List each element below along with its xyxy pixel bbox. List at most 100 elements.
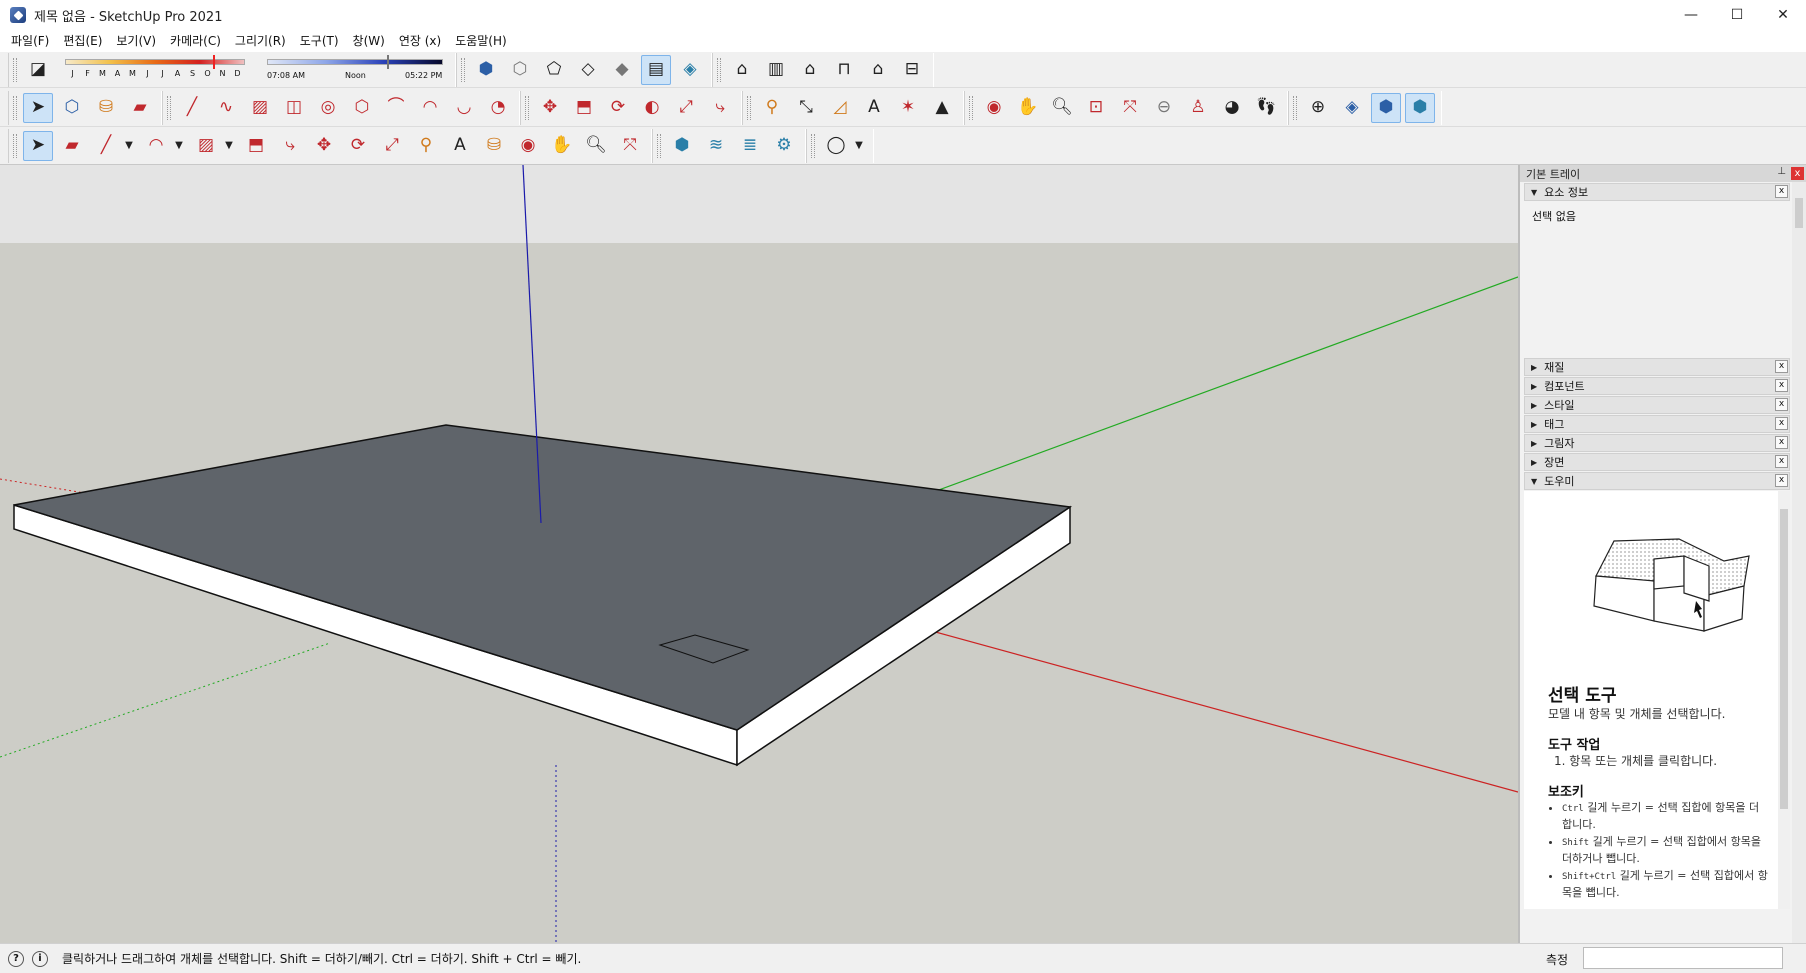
toolbar-grip[interactable] [167,95,171,120]
shaded-textures-icon[interactable]: ▤ [641,54,671,85]
back-edges-icon[interactable]: ⬡ [505,55,535,85]
walk-icon[interactable]: 👣︎ [1251,93,1281,123]
panel-close-button[interactable]: x [1775,185,1788,198]
panel-shadows-header[interactable]: ▶ 그림자 x [1524,434,1790,452]
wireframe-icon[interactable]: ⬠ [539,55,569,85]
eraser-icon[interactable]: ▰ [57,131,87,161]
position-camera-icon[interactable]: ♙ [1183,93,1213,123]
chevron-down-icon[interactable]: ▼ [851,131,867,161]
right-view-icon[interactable]: ⊓ [829,55,859,85]
monochrome-icon[interactable]: ◈ [675,55,705,85]
panel-close-button[interactable]: x [1775,379,1788,392]
toolbar-grip[interactable] [747,95,751,120]
axes-tool-icon[interactable]: ✶ [893,93,923,123]
panel-close-button[interactable]: x [1775,436,1788,449]
zoom-window-icon[interactable]: ⊡ [1081,93,1111,123]
shadow-toggle-icon[interactable]: ◪ [23,55,53,85]
menu-tools[interactable]: 도구(T) [293,30,346,52]
rectangle-tool-icon[interactable]: ▨ [191,131,221,161]
info-icon[interactable]: i [32,950,48,967]
dimension-icon[interactable]: ⤡ [791,93,821,123]
scene-canvas[interactable] [0,165,1518,943]
pin-icon[interactable]: ⊥ [1777,166,1786,177]
line-tool-icon[interactable]: ╱ [177,93,207,123]
pan-icon[interactable]: ✋ [547,131,577,161]
tape-measure-icon[interactable]: ⚲ [411,131,441,161]
polygon-tool-icon[interactable]: ⬡ [347,93,377,123]
share-model-icon[interactable]: ≋ [701,131,731,161]
panel-close-button[interactable]: x [1775,417,1788,430]
xray-icon[interactable]: ⬢ [471,55,501,85]
three-point-arc-icon[interactable]: ◡ [449,93,479,123]
maximize-button[interactable]: ☐ [1714,0,1760,30]
panel-components-header[interactable]: ▶ 컴포넌트 x [1524,377,1790,395]
3d-warehouse-icon[interactable]: ⬢ [667,131,697,161]
instructor-scrollbar[interactable] [1778,491,1790,909]
move-tool-icon[interactable]: ✥ [309,131,339,161]
menu-edit[interactable]: 편집(E) [56,30,109,52]
front-view-icon[interactable]: ⌂ [795,55,825,85]
left-view-icon[interactable]: ⊟ [897,55,927,85]
scale-tool-icon[interactable]: ⤢ [377,131,407,161]
panel-tags-header[interactable]: ▶ 태그 x [1524,415,1790,433]
toolbar-grip[interactable] [969,95,973,120]
rectangle-tool-icon[interactable]: ▨ [245,93,275,123]
section-plane-icon[interactable]: ⊕ [1303,93,1333,123]
arc-tool-icon[interactable]: ⌒ [381,93,411,123]
toolbar-grip[interactable] [461,57,465,82]
push-pull-icon[interactable]: ⬒ [569,93,599,123]
panel-instructor-header[interactable]: ▼ 도우미 x [1524,472,1790,490]
freehand-tool-icon[interactable]: ∿ [211,93,241,123]
time-slider-thumb[interactable] [387,54,389,69]
offset-tool-icon[interactable]: ⤷ [275,131,305,161]
follow-me-icon[interactable]: ◐ [637,93,667,123]
zoom-extents-icon[interactable]: ⤧ [615,131,645,161]
panel-close-button[interactable]: x [1775,360,1788,373]
time-slider[interactable]: 07:08 AM Noon 05:22 PM [265,54,445,84]
share-component-icon[interactable]: ≣ [735,131,765,161]
select-tool-icon[interactable]: ➤ [23,92,53,123]
select-tool-icon[interactable]: ➤ [23,130,53,161]
top-view-icon[interactable]: ▥ [761,55,791,85]
zoom-icon[interactable]: 🔍︎ [1047,93,1077,123]
rotate-tool-icon[interactable]: ⟳ [603,93,633,123]
chevron-down-icon[interactable]: ▼ [171,131,187,161]
display-section-cuts-icon[interactable]: ⬢ [1371,92,1401,123]
minimize-button[interactable]: — [1668,0,1714,30]
menu-extensions[interactable]: 연장 (x) [392,30,448,52]
circle-tool-icon[interactable]: ◎ [313,93,343,123]
panel-close-button[interactable]: x [1775,474,1788,487]
pan-icon[interactable]: ✋ [1013,93,1043,123]
menu-camera[interactable]: 카메라(C) [163,30,228,52]
toolbar-grip[interactable] [525,95,529,120]
protractor-icon[interactable]: ◿ [825,93,855,123]
panel-materials-header[interactable]: ▶ 재질 x [1524,358,1790,376]
shaded-icon[interactable]: ◆ [607,55,637,85]
toolbar-grip[interactable] [1293,95,1297,120]
measurement-input[interactable] [1583,947,1783,969]
tray-scrollbar[interactable] [1792,182,1806,943]
paint-bucket-icon[interactable]: ⛁ [91,93,121,123]
close-button[interactable]: ✕ [1760,0,1806,30]
look-around-icon[interactable]: ◕ [1217,93,1247,123]
panel-close-button[interactable]: x [1775,398,1788,411]
back-view-icon[interactable]: ⌂ [863,55,893,85]
toolbar-grip[interactable] [13,95,17,120]
tape-measure-icon[interactable]: ⚲ [757,93,787,123]
move-tool-icon[interactable]: ✥ [535,93,565,123]
month-slider[interactable]: J F M A M J J A S O N D [61,54,251,84]
month-slider-thumb[interactable] [213,54,215,69]
push-pull-icon[interactable]: ⬒ [241,131,271,161]
text-tool-icon[interactable]: A [859,93,889,123]
make-component-icon[interactable]: ⬡ [57,93,87,123]
orbit-icon[interactable]: ◉ [513,131,543,161]
rotated-rectangle-icon[interactable]: ◫ [279,93,309,123]
arc-tool-icon[interactable]: ◠ [141,131,171,161]
model-viewport[interactable] [0,165,1518,943]
display-section-fill-icon[interactable]: ⬢ [1405,92,1435,123]
toolbar-grip[interactable] [811,133,815,158]
pie-tool-icon[interactable]: ◔ [483,93,513,123]
menu-window[interactable]: 창(W) [346,30,392,52]
rotate-tool-icon[interactable]: ⟳ [343,131,373,161]
offset-tool-icon[interactable]: ⤷ [705,93,735,123]
